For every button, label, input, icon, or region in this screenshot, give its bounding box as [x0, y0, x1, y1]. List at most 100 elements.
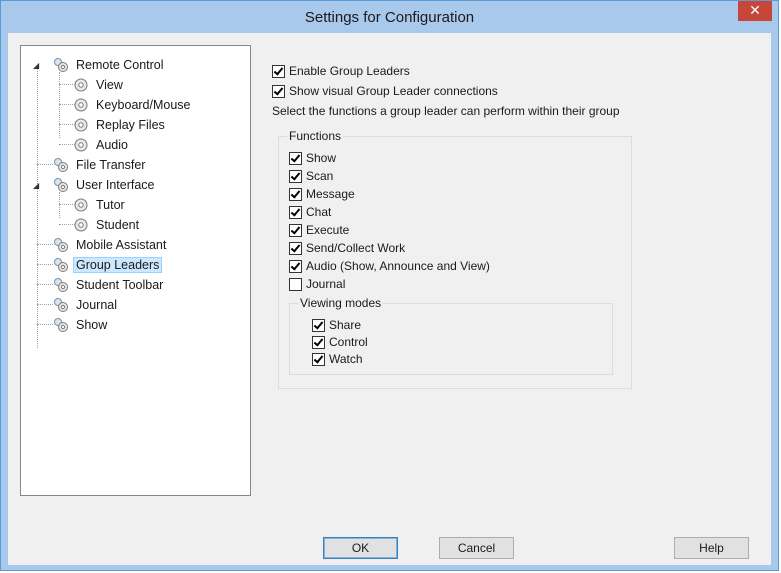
checkbox-box[interactable] — [289, 259, 302, 273]
expanded-arrow-icon[interactable]: ◢ — [33, 181, 42, 190]
gear-icon — [74, 198, 88, 212]
gear-icon — [74, 98, 88, 112]
tree-line — [37, 324, 53, 325]
gear-node-icon — [54, 158, 68, 172]
ok-button[interactable]: OK — [323, 537, 398, 559]
gear-node-icon — [54, 318, 68, 332]
help-button[interactable]: Help — [674, 537, 749, 559]
checkbox-box[interactable] — [312, 352, 325, 366]
checkbox-box[interactable] — [289, 205, 302, 219]
gear-node-icon — [54, 258, 68, 272]
checkbox-box[interactable] — [289, 187, 302, 201]
viewing-watch-checkbox[interactable]: Watch — [312, 351, 363, 367]
tree-item-show[interactable]: Show — [53, 315, 110, 335]
tree-line — [37, 264, 53, 265]
function-execute-checkbox[interactable]: Execute — [289, 222, 349, 238]
checkbox-label: Share — [329, 318, 362, 332]
gear-node-icon — [54, 298, 68, 312]
checkbox-label: Enable Group Leaders — [289, 64, 410, 78]
function-audio-checkbox[interactable]: Audio (Show, Announce and View) — [289, 258, 490, 274]
enable-group-leaders-checkbox[interactable]: Enable Group Leaders — [272, 63, 410, 79]
functions-description: Select the functions a group leader can … — [272, 104, 620, 118]
settings-tree[interactable]: ◢ Remote Control View Keyboard/Mouse Rep… — [20, 45, 251, 496]
tree-item-label: Tutor — [96, 198, 125, 212]
tree-item-tutor[interactable]: Tutor — [73, 195, 128, 215]
tree-item-audio[interactable]: Audio — [73, 135, 131, 155]
function-journal-checkbox[interactable]: Journal — [289, 276, 345, 292]
settings-window: Settings for Configuration ✕ ◢ Remote Co… — [0, 0, 779, 571]
tree-item-label: Remote Control — [76, 58, 164, 72]
gear-node-icon — [54, 58, 68, 72]
gear-node-icon — [54, 278, 68, 292]
function-scan-checkbox[interactable]: Scan — [289, 168, 333, 184]
cancel-button[interactable]: Cancel — [439, 537, 514, 559]
checkbox-label: Audio (Show, Announce and View) — [306, 259, 490, 273]
tree-item-journal[interactable]: Journal — [53, 295, 120, 315]
tree-item-student[interactable]: Student — [73, 215, 142, 235]
gear-icon — [74, 78, 88, 92]
checkbox-label: Chat — [306, 205, 332, 219]
checkbox-label: Send/Collect Work — [306, 241, 406, 255]
tree-line — [59, 192, 60, 218]
viewing-share-checkbox[interactable]: Share — [312, 317, 361, 333]
gear-icon — [74, 218, 88, 232]
checkbox-label: Show — [306, 151, 337, 165]
checkbox-label: Watch — [329, 352, 363, 366]
checkbox-label: Control — [329, 335, 368, 349]
tree-item-label: Keyboard/Mouse — [96, 98, 191, 112]
functions-group-title: Functions — [287, 129, 344, 143]
tree-item-label: Journal — [76, 298, 117, 312]
tree-item-label: User Interface — [76, 178, 155, 192]
tree-item-label: Group Leaders — [73, 257, 163, 273]
checkbox-label: Execute — [306, 223, 350, 237]
checkbox-box[interactable] — [272, 84, 285, 98]
viewing-control-checkbox[interactable]: Control — [312, 334, 368, 350]
function-send-collect-checkbox[interactable]: Send/Collect Work — [289, 240, 405, 256]
checkbox-label: Message — [306, 187, 355, 201]
checkbox-box[interactable] — [289, 277, 302, 291]
tree-line — [37, 244, 53, 245]
tree-item-user-interface[interactable]: ◢ User Interface — [31, 175, 158, 195]
tree-item-remote-control[interactable]: ◢ Remote Control — [31, 55, 167, 75]
tree-item-label: Student Toolbar — [76, 278, 164, 292]
function-chat-checkbox[interactable]: Chat — [289, 204, 331, 220]
tree-item-view[interactable]: View — [73, 75, 126, 95]
tree-line — [37, 164, 53, 165]
dialog-body: ◢ Remote Control View Keyboard/Mouse Rep… — [8, 33, 771, 565]
checkbox-label: Journal — [306, 277, 346, 291]
checkbox-label: Scan — [306, 169, 334, 183]
tree-item-label: Mobile Assistant — [76, 238, 167, 252]
tree-item-keyboard-mouse[interactable]: Keyboard/Mouse — [73, 95, 194, 115]
checkbox-box[interactable] — [272, 64, 285, 78]
tree-item-replay-files[interactable]: Replay Files — [73, 115, 168, 135]
tree-item-student-toolbar[interactable]: Student Toolbar — [53, 275, 166, 295]
window-title: Settings for Configuration — [304, 9, 475, 26]
gear-node-icon — [54, 238, 68, 252]
tree-item-label: Replay Files — [96, 118, 165, 132]
checkbox-box[interactable] — [312, 335, 325, 349]
gear-icon — [74, 138, 88, 152]
tree-item-label: Show — [76, 318, 108, 332]
tree-item-file-transfer[interactable]: File Transfer — [53, 155, 148, 175]
tree-line — [37, 284, 53, 285]
gear-icon — [74, 118, 88, 132]
tree-item-label: View — [96, 78, 123, 92]
expanded-arrow-icon[interactable]: ◢ — [33, 61, 42, 70]
checkbox-box[interactable] — [289, 151, 302, 165]
function-message-checkbox[interactable]: Message — [289, 186, 355, 202]
checkbox-label: Show visual Group Leader connections — [289, 84, 498, 98]
checkbox-box[interactable] — [289, 169, 302, 183]
tree-item-label: File Transfer — [76, 158, 146, 172]
tree-item-label: Student — [96, 218, 140, 232]
function-show-checkbox[interactable]: Show — [289, 150, 336, 166]
checkbox-box[interactable] — [289, 241, 302, 255]
tree-item-mobile-assistant[interactable]: Mobile Assistant — [53, 235, 169, 255]
show-connections-checkbox[interactable]: Show visual Group Leader connections — [272, 83, 498, 99]
checkbox-box[interactable] — [312, 318, 325, 332]
checkbox-box[interactable] — [289, 223, 302, 237]
tree-line — [37, 304, 53, 305]
close-button[interactable]: ✕ — [738, 1, 772, 21]
tree-item-group-leaders[interactable]: Group Leaders — [53, 255, 163, 275]
title-bar[interactable]: Settings for Configuration ✕ — [1, 1, 778, 33]
tree-item-label: Audio — [96, 138, 128, 152]
